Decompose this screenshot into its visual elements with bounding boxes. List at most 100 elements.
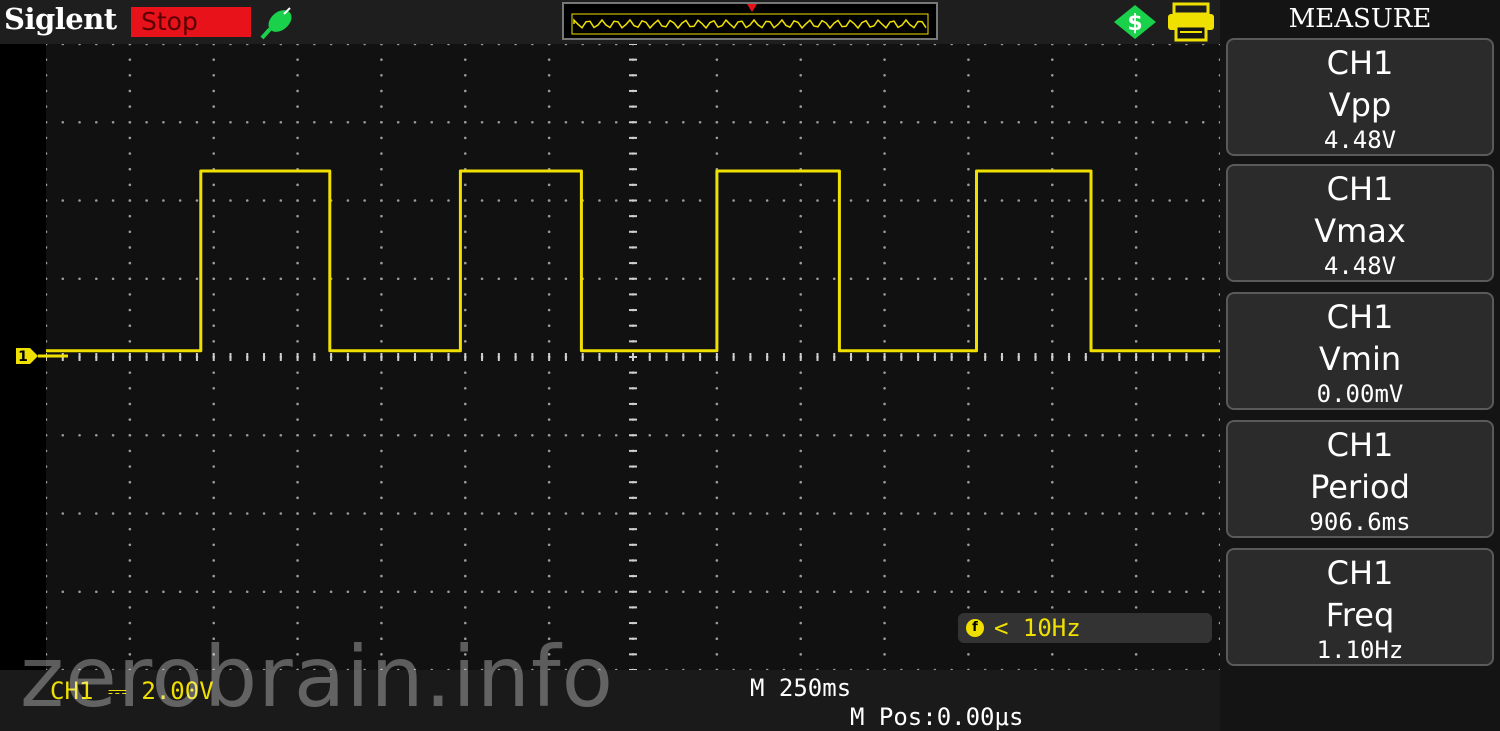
center-tick	[514, 353, 517, 361]
grid-dot	[883, 261, 886, 265]
grid-dot	[46, 261, 48, 265]
grid-dot	[1050, 371, 1054, 374]
grid-dot	[1050, 496, 1054, 500]
grid-dot	[1168, 277, 1171, 281]
grid-dot	[916, 120, 920, 124]
grid-dot	[933, 590, 937, 594]
grid-dot	[1084, 120, 1088, 124]
grid-dot	[799, 105, 803, 108]
grid-dot	[1050, 480, 1054, 484]
grid-dot	[1134, 105, 1138, 108]
grid-dot	[46, 324, 48, 327]
grid-dot	[564, 277, 568, 281]
grid-dot	[480, 44, 484, 46]
grid-dot	[46, 371, 48, 374]
grid-dot	[866, 433, 870, 437]
grid-dot	[212, 574, 216, 578]
grid-dot	[296, 590, 299, 594]
grid-dot	[313, 512, 316, 515]
grid-dot	[514, 277, 517, 281]
horizontal-timebase[interactable]: M 250ms	[750, 674, 851, 702]
grid-dot	[883, 308, 886, 312]
center-tick	[531, 353, 534, 361]
grid-dot	[413, 199, 417, 202]
grid-dot	[1101, 120, 1104, 124]
grid-dot	[732, 433, 735, 437]
grid-dot	[128, 293, 132, 296]
grid-dot	[799, 496, 803, 500]
grid-dot	[749, 277, 752, 281]
center-tick	[629, 606, 637, 609]
grid-dot	[799, 152, 803, 155]
grid-dot	[380, 371, 383, 374]
measure-item-vmin[interactable]: CH1 Vmin 0.00mV	[1226, 292, 1494, 410]
measure-name: Vmin	[1318, 340, 1402, 378]
grid-dot	[1201, 433, 1205, 437]
center-tick	[629, 199, 637, 202]
grid-dot	[648, 590, 652, 594]
grid-dot	[715, 559, 719, 562]
grid-dot	[46, 480, 48, 484]
grid-dot	[111, 433, 115, 437]
center-tick	[629, 402, 637, 405]
grid-dot	[1134, 277, 1138, 281]
grid-dot	[463, 277, 467, 281]
grid-dot	[1050, 261, 1054, 265]
measure-item-vmax[interactable]: CH1 Vmax 4.48V	[1226, 164, 1494, 282]
grid-dot	[883, 371, 886, 374]
grid-dot	[296, 371, 299, 374]
grid-dot	[46, 559, 48, 562]
grid-dot	[363, 433, 366, 437]
grid-dot	[799, 606, 803, 609]
grid-dot	[799, 340, 803, 343]
grid-dot	[564, 199, 568, 202]
grid-dot	[463, 105, 467, 108]
trigger-indicator-icon: f	[966, 619, 984, 637]
grid-dot	[1134, 167, 1138, 171]
channel-1-marker-icon[interactable]: 1	[16, 346, 68, 366]
grid-dot	[732, 590, 735, 594]
grid-dot	[229, 277, 232, 281]
measure-item-period[interactable]: CH1 Period 906.6ms	[1226, 420, 1494, 538]
grid-dot	[1185, 199, 1188, 202]
grid-dot	[430, 433, 434, 437]
grid-dot	[195, 120, 199, 124]
grid-dot	[782, 44, 786, 46]
grid-dot	[547, 418, 551, 421]
grid-dot	[46, 496, 48, 500]
grid-dot	[967, 340, 970, 343]
grid-dot	[497, 199, 501, 202]
grid-dot	[78, 199, 81, 202]
center-tick	[497, 353, 500, 361]
grid-dot	[1201, 44, 1205, 46]
grid-dot	[46, 58, 48, 61]
grid-dot	[1050, 465, 1054, 468]
center-tick	[866, 353, 869, 361]
grid-dot	[61, 512, 65, 515]
grid-dot	[296, 293, 299, 296]
run-stop-status[interactable]: Stop	[131, 7, 251, 37]
measure-item-vpp[interactable]: CH1 Vpp 4.48V	[1226, 38, 1494, 156]
grid-dot	[380, 418, 383, 421]
center-tick	[1168, 353, 1171, 361]
center-tick	[933, 353, 936, 361]
grid-dot	[832, 199, 836, 202]
grid-dot	[1050, 527, 1054, 531]
center-tick	[629, 512, 637, 515]
grid-dot	[229, 120, 232, 124]
grid-dot	[380, 324, 383, 328]
grid-dot	[983, 512, 987, 515]
grid-dot	[648, 512, 652, 515]
measure-item-freq[interactable]: CH1 Freq 1.10Hz	[1226, 548, 1494, 666]
grid-dot	[1168, 44, 1171, 46]
grid-dot	[614, 120, 618, 124]
grid-dot	[380, 230, 383, 234]
grid-dot	[1050, 433, 1054, 437]
grid-dot	[463, 621, 467, 625]
grid-dot	[279, 590, 283, 594]
grid-dot	[967, 324, 970, 328]
waveform-display[interactable]: f < 10Hz	[46, 44, 1220, 670]
grid-dot	[1017, 44, 1021, 46]
center-tick	[363, 353, 366, 361]
grid-dot	[1050, 449, 1054, 453]
